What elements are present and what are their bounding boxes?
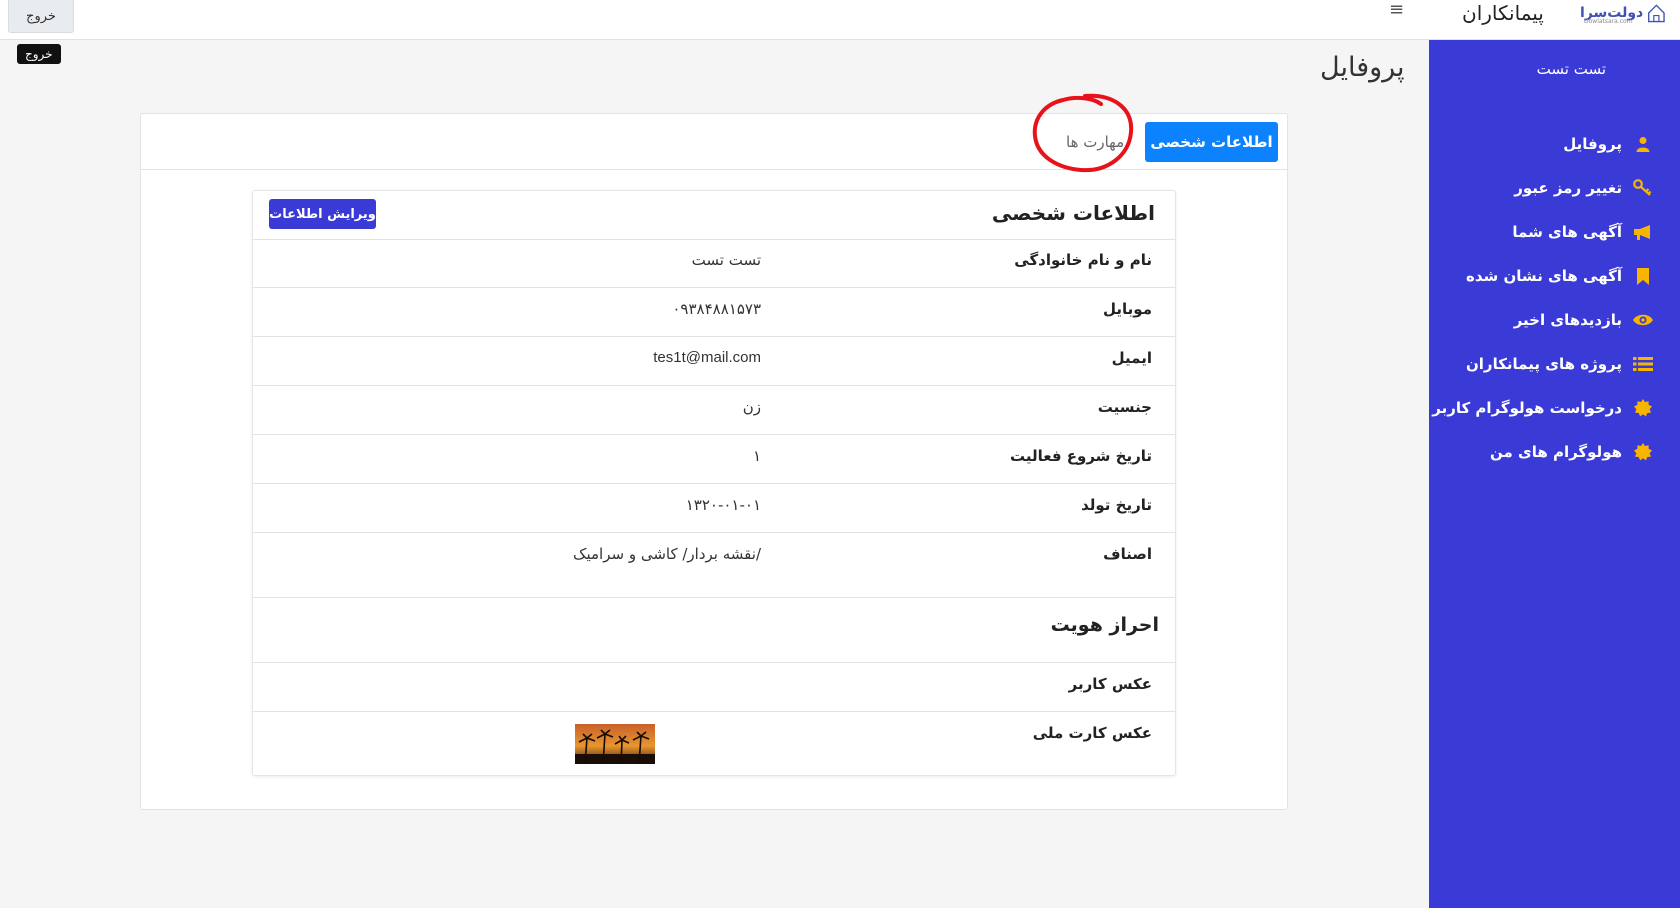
sidebar-item-label: هولوگرام های من	[1489, 443, 1622, 461]
info-row-value: ۰۹۳۸۴۸۸۱۵۷۳	[672, 300, 761, 318]
page-title: پروفایل	[1320, 52, 1405, 83]
info-row-label: تاریخ تولد	[1081, 496, 1152, 514]
sidebar-item-recent-visits[interactable]: بازدیدهای اخیر	[1432, 298, 1656, 342]
info-row-label: موبایل	[1103, 300, 1152, 318]
personal-info-header: اطلاعات شخصی ویرایش اطلاعات	[253, 191, 1175, 240]
eye-icon	[1630, 313, 1656, 327]
list-icon	[1630, 356, 1656, 372]
sidebar-item-change-password[interactable]: تغییر رمز عبور	[1432, 166, 1656, 210]
info-row-value: تست تست	[691, 251, 761, 269]
house-logo-icon	[1648, 4, 1665, 23]
key-icon	[1630, 179, 1656, 197]
sidebar-item-bookmarked-ads[interactable]: آگهی های نشان شده	[1432, 254, 1656, 298]
sidebar-item-label: پروفایل	[1563, 135, 1622, 153]
sidebar-item-profile[interactable]: پروفایل	[1432, 122, 1656, 166]
sidebar-item-label: آگهی های شما	[1512, 223, 1622, 241]
info-row: تاریخ شروع فعالیت ۱	[253, 435, 1175, 484]
info-row: جنسیت زن	[253, 386, 1175, 435]
tabs-bar: اطلاعات شخصی مهارت ها	[141, 93, 1287, 173]
info-row: ایمیل tes1t@mail.com	[253, 337, 1175, 386]
brand-title: پیمانکاران	[1462, 1, 1544, 25]
info-row-value: ۱	[752, 447, 761, 465]
sidebar-item-label: بازدیدهای اخیر	[1513, 311, 1622, 329]
site-logo[interactable]: دولت‌سرا Dowlatsara.com	[1580, 0, 1666, 26]
sidebar-item-label: پروژه های پیمانکاران	[1465, 355, 1622, 373]
sidebar-menu: پروفایل تغییر رمز عبور آگهی های شما آگهی…	[1432, 122, 1656, 474]
sidebar-item-label: تغییر رمز عبور	[1514, 179, 1622, 197]
info-row-label: اصناف	[1103, 545, 1152, 563]
info-row-label: تاریخ شروع فعالیت	[1010, 447, 1152, 465]
logout-button[interactable]: خروج	[8, 0, 74, 33]
personal-info-panel: اطلاعات شخصی ویرایش اطلاعات نام و نام خا…	[252, 190, 1176, 776]
info-row-label: عکس کاربر	[1068, 675, 1152, 693]
info-row: عکس کاربر	[253, 663, 1175, 712]
user-icon	[1630, 136, 1656, 152]
logout-tooltip: خروج	[17, 44, 61, 64]
hamburger-icon[interactable]: ≡	[1389, 0, 1404, 20]
top-navbar: خروج ≡ پیمانکاران دولت‌سرا Dowlatsara.co…	[0, 0, 1680, 40]
info-row: عکس کارت ملی	[253, 712, 1175, 775]
info-row-value: زن	[742, 398, 761, 416]
tab-skills[interactable]: مهارت ها	[1066, 124, 1124, 160]
sidebar-item-label: آگهی های نشان شده	[1466, 267, 1622, 285]
sidebar-item-label: درخواست هولوگرام کاربر	[1432, 399, 1622, 417]
info-row: نام و نام خانوادگی تست تست	[253, 239, 1175, 288]
bookmark-icon	[1630, 267, 1656, 285]
identity-section-header: احراز هویت	[253, 598, 1175, 663]
profile-card: اطلاعات شخصی مهارت ها اطلاعات شخصی ویرای…	[140, 93, 1288, 810]
info-row-value: tes1t@mail.com	[653, 349, 761, 366]
info-row-value: نقشه بردار/ کاشی و سرامیک/	[573, 545, 761, 563]
info-row-label: جنسیت	[1097, 398, 1152, 416]
national-card-image[interactable]	[575, 724, 655, 764]
logo-subtext: Dowlatsara.com	[1584, 18, 1633, 25]
info-row: اصناف نقشه بردار/ کاشی و سرامیک/	[253, 533, 1175, 598]
sidebar-item-your-ads[interactable]: آگهی های شما	[1432, 210, 1656, 254]
badge-icon	[1630, 443, 1656, 461]
info-row: موبایل ۰۹۳۸۴۸۸۱۵۷۳	[253, 288, 1175, 337]
sidebar-user-name: تست تست	[1536, 60, 1606, 78]
info-row-label: نام و نام خانوادگی	[1014, 251, 1152, 269]
sidebar-item-contractor-projects[interactable]: پروژه های پیمانکاران	[1432, 342, 1656, 386]
sidebar: تست تست پروفایل تغییر رمز عبور آگهی های …	[1429, 40, 1680, 908]
badge-icon	[1630, 399, 1656, 417]
sidebar-item-hologram-request[interactable]: درخواست هولوگرام کاربر	[1432, 386, 1656, 430]
tab-personal-info[interactable]: اطلاعات شخصی	[1145, 122, 1278, 162]
edit-info-button[interactable]: ویرایش اطلاعات	[269, 199, 376, 229]
personal-info-title: اطلاعات شخصی	[991, 201, 1155, 225]
bullhorn-icon	[1630, 224, 1656, 240]
sidebar-item-my-holograms[interactable]: هولوگرام های من	[1432, 430, 1656, 474]
info-row: تاریخ تولد ۱۳۲۰-۰۱-۰۱	[253, 484, 1175, 533]
info-row-value: ۱۳۲۰-۰۱-۰۱	[685, 496, 761, 514]
identity-title: احراز هویت	[1050, 614, 1159, 636]
info-row-label: ایمیل	[1111, 349, 1152, 367]
info-row-label: عکس کارت ملی	[1032, 724, 1152, 742]
